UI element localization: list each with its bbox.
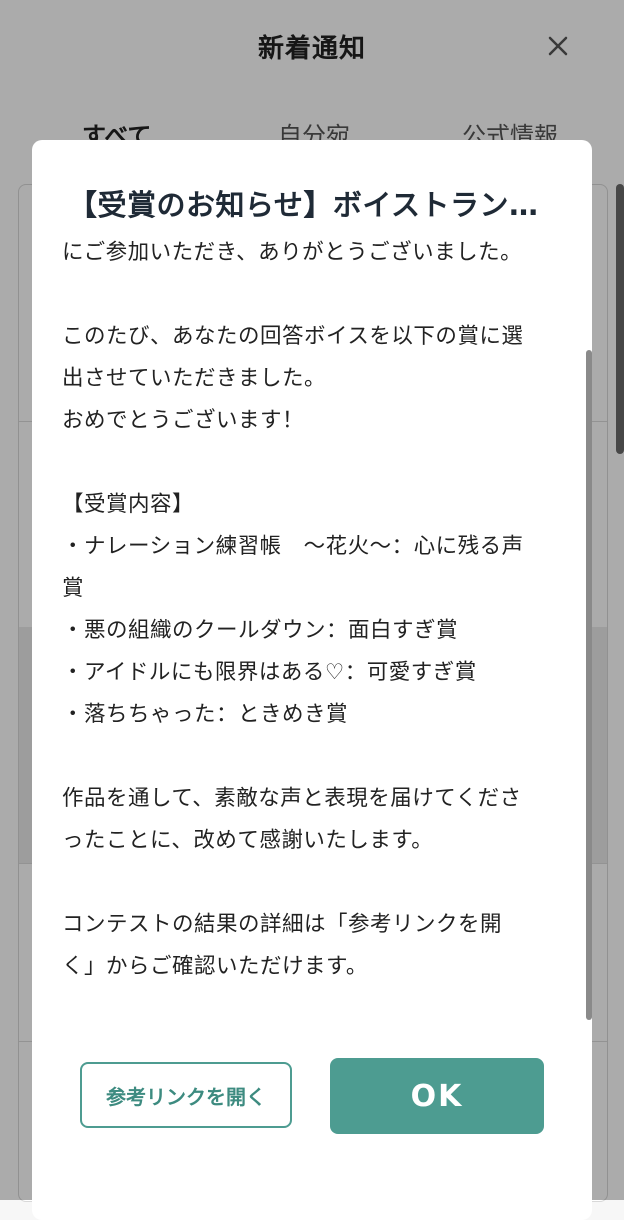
body-line: このたび、あなたの回答ボイスを以下の賞に選 (62, 324, 524, 349)
body-line: く」からご確認いただけます。 (62, 954, 368, 979)
modal-scrollbar[interactable] (586, 350, 592, 1020)
ok-button[interactable]: OK (330, 1058, 544, 1134)
body-line: ・ナレーション練習帳 ～花火～：心に残る声 (62, 534, 524, 559)
modal-title: 【受賞のお知らせ】ボイストラン… (68, 188, 539, 222)
body-line: ったことに、改めて感謝いたします。 (62, 828, 434, 853)
modal-body: にご参加いただき、ありがとうございました。 このたび、あなたの回答ボイスを以下の… (62, 232, 562, 1102)
body-line: 作品を通して、素敵な声と表現を届けてくださ (62, 786, 522, 811)
body-line: 【受賞内容】 (62, 492, 195, 517)
body-line: にご参加いただき、ありがとうございました。 (62, 240, 523, 265)
body-gap (62, 274, 562, 316)
body-line: ・悪の組織のクールダウン：面白すぎ賞 (62, 618, 459, 643)
open-reference-link-button[interactable]: 参考リンクを開く (80, 1062, 292, 1128)
body-line: 賞 (62, 576, 85, 601)
body-line: 出させていただきました。 (62, 366, 327, 391)
body-line: おめでとうございます！ (62, 408, 305, 433)
body-gap (62, 862, 562, 904)
body-gap (62, 736, 562, 778)
body-gap (62, 442, 562, 484)
body-line: ・アイドルにも限界はある♡：可愛すぎ賞 (62, 660, 477, 685)
body-line: コンテストの結果の詳細は「参考リンクを開 (62, 912, 503, 937)
body-line: ・落ちちゃった：ときめき賞 (62, 702, 349, 727)
